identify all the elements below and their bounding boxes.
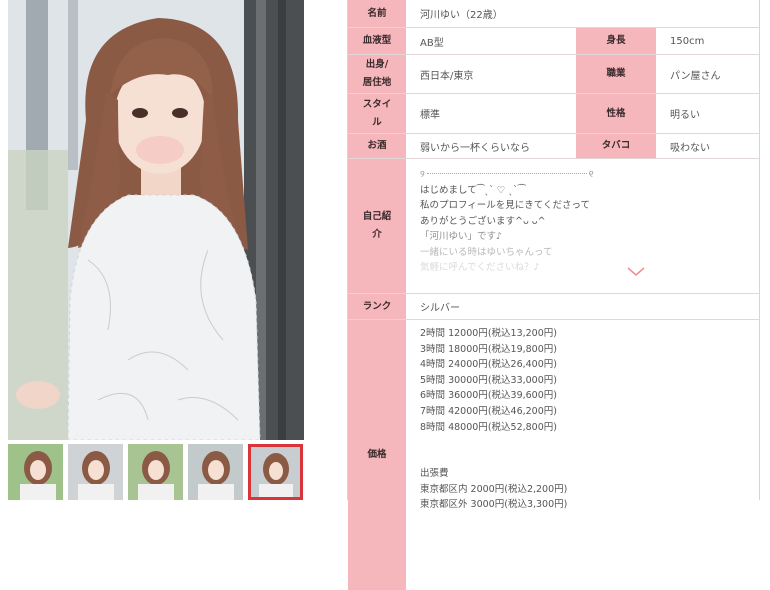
value-alcohol: 弱いから一杯くらいなら (420, 142, 530, 154)
price-course: 2時間 12000円(税込13,200円) (420, 328, 557, 339)
label-origin-line2: 居住地 (362, 77, 392, 88)
travel-fee: 東京都区内 2000円(税込2,200円) (420, 483, 568, 495)
row-style-personality: スタイ ル 標準 性格 明るい (348, 94, 759, 134)
row-name: 名前 河川ゆい（22歳） (348, 0, 759, 28)
label-origin-line1: 出身/ (365, 59, 389, 70)
row-origin-job: 出身/ 居住地 西日本/東京 職業 パン屋さん (348, 55, 759, 94)
label-style-line2: ル (372, 116, 382, 128)
price-course: 3時間 18000円(税込19,800円) (420, 343, 557, 355)
profile-table: 名前 河川ゆい（22歳） 血液型 AB型 身長 150cm 出身/ 居住地 西日… (347, 0, 760, 590)
thumbnail-3[interactable] (128, 444, 183, 500)
thumbnail-5[interactable] (248, 444, 303, 500)
label-job: 職業 (576, 55, 656, 93)
row-rank: ランク シルバー (348, 294, 759, 320)
value-rank: シルバー (420, 303, 460, 314)
intro-line: ありがとうございます^ᴗ ᴗ^ (420, 215, 546, 227)
intro-deco-right: ୧ (588, 169, 594, 180)
value-height: 150cm (670, 35, 705, 47)
photo-gallery (8, 0, 304, 500)
intro-line: 一緒にいる時はゆいちゃんって (420, 246, 553, 258)
value-name: 河川ゆい（22歳） (420, 10, 503, 21)
label-alcohol: お酒 (348, 134, 406, 158)
thumbnail-strip (8, 444, 304, 500)
label-tobacco: タバコ (576, 134, 656, 158)
label-price: 価格 (348, 320, 406, 590)
label-intro-line2: 介 (372, 229, 382, 240)
label-personality: 性格 (576, 94, 656, 133)
value-origin: 西日本/東京 (420, 70, 474, 82)
thumbnail-2[interactable] (68, 444, 123, 500)
label-intro: 自己紹 介 (348, 159, 406, 293)
intro-line: 「河川ゆい」です♪ (420, 231, 503, 242)
price-course: 7時間 42000円(税込46,200円) (420, 405, 557, 417)
label-height: 身長 (576, 28, 656, 54)
value-personality: 明るい (670, 110, 700, 121)
value-style: 標準 (420, 110, 440, 121)
intro-text: ୨୧ はじめまして⁀ˎˋ ♡ ˎˋ⁀ 私のプロフィールを見にきてくださって あり… (406, 159, 759, 293)
label-intro-line1: 自己紹 (362, 211, 392, 222)
label-rank: ランク (348, 294, 406, 319)
label-name: 名前 (348, 0, 406, 27)
intro-line: はじめまして⁀ˎˋ ♡ ˎˋ⁀ (420, 184, 526, 196)
intro-line: 私のプロフィールを見にきてくださって (420, 200, 591, 211)
row-price: 価格 2時間 12000円(税込13,200円) 3時間 18000円(税込19… (348, 320, 759, 590)
intro-deco-left: ୨ (420, 169, 425, 180)
label-origin: 出身/ 居住地 (348, 55, 406, 93)
intro-line: 気軽に呼んでくださいね？♪ (420, 262, 540, 273)
value-job: パン屋さん (670, 70, 721, 82)
price-course: 6時間 36000円(税込39,600円) (420, 390, 557, 402)
price-course: 8時間 48000円(税込52,800円) (420, 421, 557, 433)
price-course: 4時間 24000円(税込26,400円) (420, 359, 557, 371)
main-profile-photo (8, 0, 304, 440)
intro-divider: ୨୧ (420, 167, 745, 183)
label-blood: 血液型 (348, 28, 406, 54)
row-intro: 自己紹 介 ୨୧ はじめまして⁀ˎˋ ♡ ˎˋ⁀ 私のプロフィールを見にきてくだ… (348, 159, 759, 294)
thumbnail-4[interactable] (188, 444, 243, 500)
thumbnail-1[interactable] (8, 444, 63, 500)
label-style: スタイ ル (348, 94, 406, 133)
row-blood-height: 血液型 AB型 身長 150cm (348, 28, 759, 55)
price-list: 2時間 12000円(税込13,200円) 3時間 18000円(税込19,80… (406, 320, 759, 520)
row-alcohol-tobacco: お酒 弱いから一杯くらいなら タバコ 吸わない (348, 134, 759, 159)
value-tobacco: 吸わない (670, 142, 710, 154)
value-blood: AB型 (420, 37, 444, 49)
label-style-line1: スタイ (362, 98, 392, 110)
price-course: 5時間 30000円(税込33,000円) (420, 374, 557, 386)
chevron-down-icon[interactable] (627, 267, 645, 277)
travel-fee-title: 出張費 (420, 468, 449, 480)
